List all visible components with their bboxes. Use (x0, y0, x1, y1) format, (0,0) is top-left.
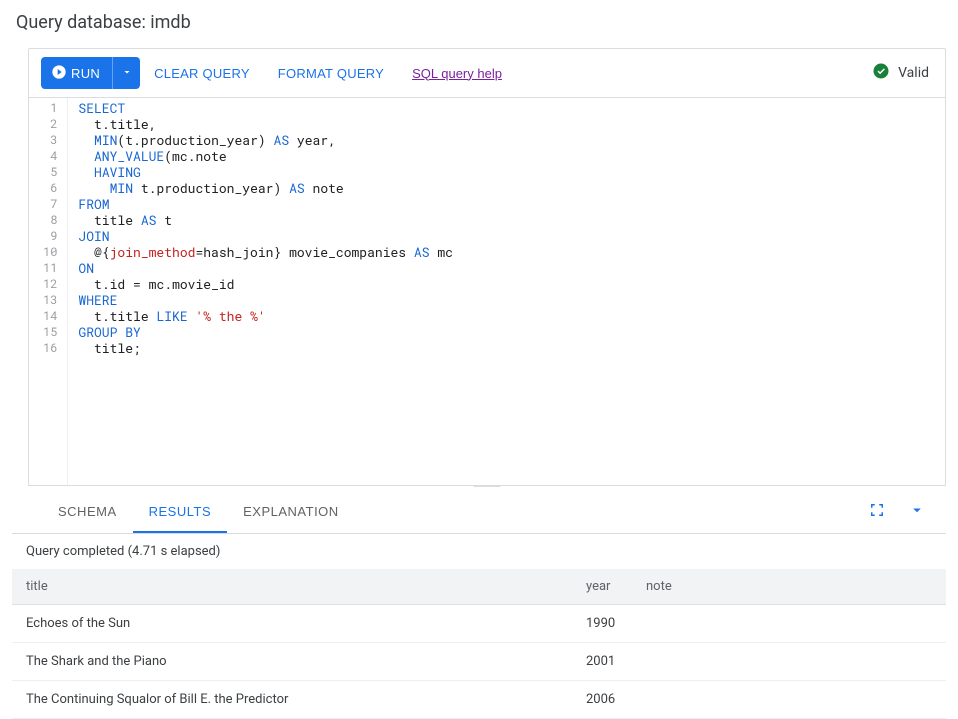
code-line[interactable]: ON (78, 260, 453, 276)
column-header-note[interactable]: note (632, 569, 946, 605)
sql-help-link[interactable]: SQL query help (398, 58, 516, 89)
cell-note (632, 643, 946, 681)
code-line[interactable]: SELECT (78, 100, 453, 116)
table-row[interactable]: Echoes of the Sun1990 (12, 605, 946, 643)
code-line[interactable]: MIN(t.production_year) AS year, (78, 132, 453, 148)
table-row[interactable]: The Continuing Squalor of Bill E. the Pr… (12, 681, 946, 719)
table-row[interactable]: The Shark and the Piano2001 (12, 643, 946, 681)
editor-code[interactable]: SELECT t.title, MIN(t.production_year) A… (68, 98, 453, 485)
code-line[interactable]: @{join_method=hash_join} movie_companies… (78, 244, 453, 260)
code-line[interactable]: FROM (78, 196, 453, 212)
cell-year: 1990 (572, 605, 632, 643)
cell-title: Echoes of the Sun (12, 605, 572, 643)
editor-gutter: 12345678910111213141516 (29, 98, 68, 485)
cell-year: 2006 (572, 681, 632, 719)
format-query-button[interactable]: FORMAT QUERY (264, 58, 398, 89)
run-button[interactable]: RUN (41, 57, 112, 89)
run-button-label: RUN (71, 66, 100, 81)
tab-schema[interactable]: SCHEMA (42, 490, 133, 533)
play-icon (51, 64, 67, 83)
fullscreen-icon (868, 501, 886, 522)
column-header-year[interactable]: year (572, 569, 632, 605)
code-line[interactable]: title AS t (78, 212, 453, 228)
cell-note (632, 605, 946, 643)
cell-title: The Shark and the Piano (12, 643, 572, 681)
results-header-row: title year note (12, 569, 946, 605)
code-line[interactable]: HAVING (78, 164, 453, 180)
code-line[interactable]: t.title LIKE '% the %' (78, 308, 453, 324)
code-line[interactable]: WHERE (78, 292, 453, 308)
query-valid-label: Valid (898, 65, 929, 81)
collapse-panel-button[interactable] (902, 495, 932, 528)
results-table: title year note Echoes of the Sun1990The… (12, 569, 946, 719)
check-circle-icon (872, 62, 890, 84)
query-toolbar: RUN CLEAR QUERY FORMAT QUERY SQL query h… (28, 48, 946, 98)
code-line[interactable]: t.title, (78, 116, 453, 132)
sql-editor[interactable]: 12345678910111213141516 SELECT t.title, … (28, 98, 946, 486)
run-options-dropdown[interactable] (112, 57, 140, 89)
run-button-group: RUN (41, 57, 140, 89)
cell-note (632, 681, 946, 719)
fullscreen-button[interactable] (862, 495, 892, 528)
panel-tabs: SCHEMA RESULTS EXPLANATION (12, 490, 946, 534)
cell-year: 2001 (572, 643, 632, 681)
code-line[interactable]: ANY_VALUE(mc.note (78, 148, 453, 164)
code-line[interactable]: MIN t.production_year) AS note (78, 180, 453, 196)
tab-results[interactable]: RESULTS (133, 490, 228, 533)
code-line[interactable]: GROUP BY (78, 324, 453, 340)
page-title: Query database: imdb (0, 0, 958, 44)
results-panel: SCHEMA RESULTS EXPLANATION Query complet… (12, 490, 946, 719)
code-line[interactable]: JOIN (78, 228, 453, 244)
caret-down-icon (121, 66, 133, 81)
code-line[interactable]: title; (78, 340, 453, 356)
clear-query-button[interactable]: CLEAR QUERY (140, 58, 264, 89)
code-line[interactable]: t.id = mc.movie_id (78, 276, 453, 292)
chevron-down-icon (908, 501, 926, 522)
cell-title: The Continuing Squalor of Bill E. the Pr… (12, 681, 572, 719)
column-header-title[interactable]: title (12, 569, 572, 605)
query-valid-indicator: Valid (872, 62, 933, 84)
query-status: Query completed (4.71 s elapsed) (12, 534, 946, 569)
tab-explanation[interactable]: EXPLANATION (227, 490, 355, 533)
